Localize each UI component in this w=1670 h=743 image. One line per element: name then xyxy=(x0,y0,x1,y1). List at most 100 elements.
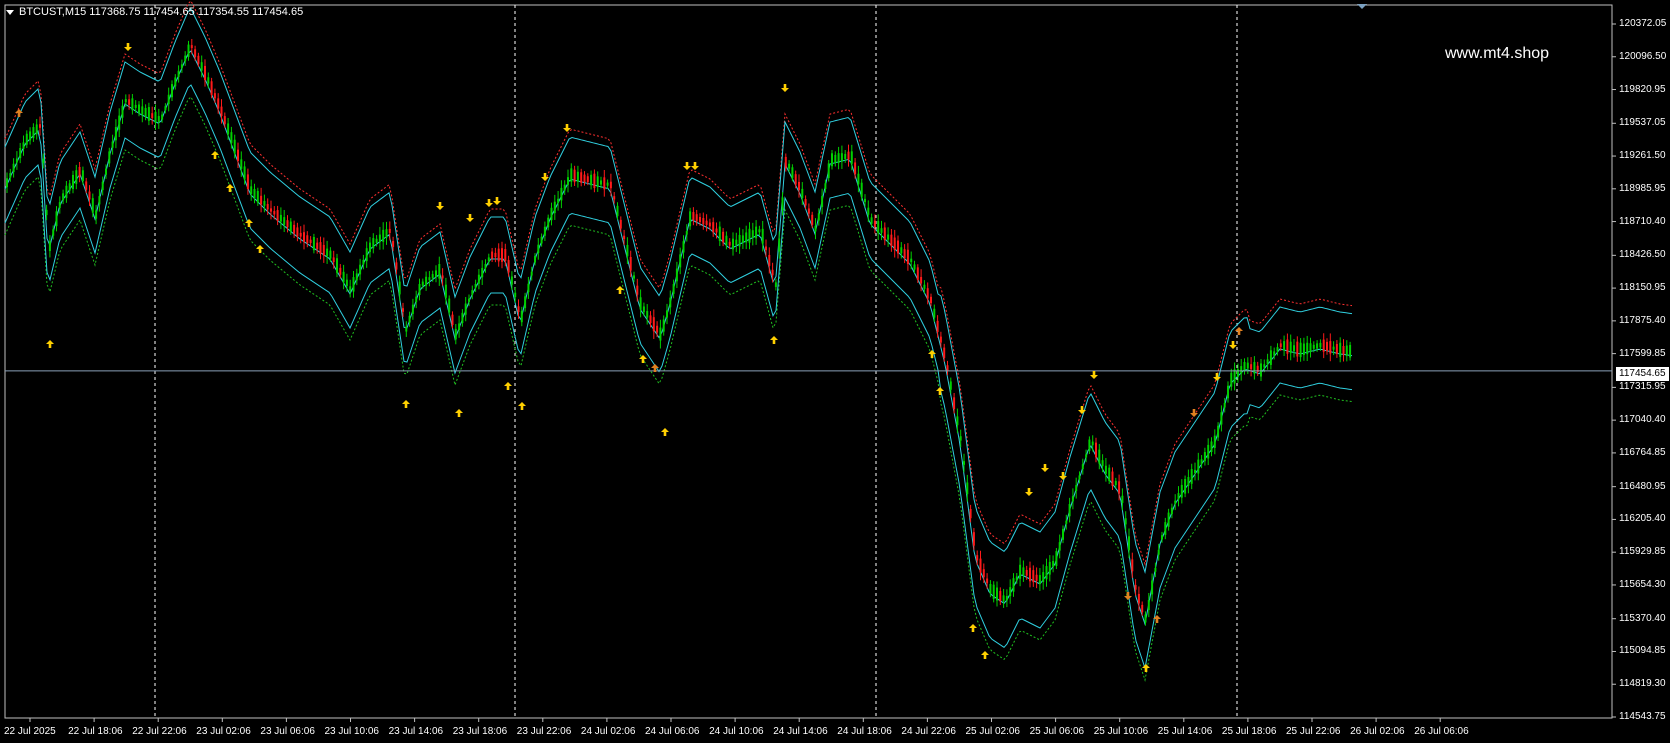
up-arrow-icon xyxy=(504,382,512,390)
candle-body xyxy=(986,578,989,584)
candle-body xyxy=(1243,361,1246,372)
price-tick-label: 119537.05 xyxy=(1619,117,1666,129)
down-arrow-icon xyxy=(1078,406,1086,414)
candle-body xyxy=(1062,528,1064,540)
up-arrow-icon xyxy=(936,387,944,395)
candle-body xyxy=(1118,481,1121,494)
candle-body xyxy=(484,263,487,269)
candle-body xyxy=(705,220,708,225)
candle-body xyxy=(111,141,114,148)
candle-body xyxy=(626,244,629,257)
up-arrow-icon xyxy=(211,151,219,159)
up-arrow-icon xyxy=(518,402,526,410)
candle-body xyxy=(339,267,342,275)
candle-body xyxy=(768,254,771,266)
down-arrow-icon xyxy=(436,202,444,210)
down-arrow-icon xyxy=(1025,488,1033,496)
candle-body xyxy=(454,328,457,340)
price-tick-label: 115654.30 xyxy=(1619,578,1666,590)
candle-body xyxy=(207,77,210,84)
candle-body xyxy=(336,258,338,273)
candle-body xyxy=(728,241,731,246)
candle-body xyxy=(1009,587,1012,597)
candle-body xyxy=(1147,600,1150,611)
candle-body xyxy=(675,268,678,282)
down-arrow-icon xyxy=(1090,371,1098,379)
candle-body xyxy=(22,142,25,149)
candle-body xyxy=(972,532,975,546)
candle-body xyxy=(303,232,305,242)
price-tick-label: 114543.75 xyxy=(1619,711,1666,722)
candle-body xyxy=(685,231,688,235)
candle-body xyxy=(537,244,540,254)
candle-body xyxy=(854,162,857,175)
price-tick-label: 117040.40 xyxy=(1619,414,1666,426)
candle-body xyxy=(1088,439,1091,451)
candle-body xyxy=(154,111,157,123)
candle-body xyxy=(461,312,464,324)
price-chart[interactable] xyxy=(0,0,1670,743)
candle-body xyxy=(421,281,424,286)
candle-body xyxy=(883,227,886,241)
candle-body xyxy=(91,198,94,213)
candle-body xyxy=(405,326,408,332)
candle-body xyxy=(1312,344,1315,349)
candle-body xyxy=(431,274,434,279)
down-arrow-icon xyxy=(541,173,549,181)
candle-body xyxy=(62,193,65,201)
candle-body xyxy=(633,275,635,279)
candle-body xyxy=(289,221,292,232)
candle-body xyxy=(345,279,348,286)
candle-body xyxy=(210,81,213,95)
triangle-down-icon[interactable] xyxy=(6,9,14,15)
candle-body xyxy=(9,173,12,178)
candle-body xyxy=(573,169,576,183)
candle-body xyxy=(761,228,764,244)
candle-body xyxy=(646,311,649,318)
candle-body xyxy=(1342,346,1345,355)
candle-body xyxy=(448,298,451,313)
candle-body xyxy=(1217,425,1220,438)
candle-body xyxy=(1019,564,1022,579)
candle-body xyxy=(124,99,127,103)
down-arrow-icon xyxy=(493,197,501,205)
candle-body xyxy=(1154,567,1157,572)
candle-body xyxy=(1260,363,1262,377)
candle-body xyxy=(1042,572,1045,582)
candle-body xyxy=(1322,339,1325,352)
candle-body xyxy=(1194,469,1196,474)
candle-body xyxy=(751,230,754,238)
time-tick-label: 24 Jul 22:06 xyxy=(901,726,956,737)
up-arrow-icon xyxy=(639,355,647,363)
candle-body xyxy=(362,259,365,265)
candle-body xyxy=(1167,512,1170,527)
time-tick-label: 22 Jul 18:06 xyxy=(68,726,123,737)
candle-body xyxy=(481,267,484,278)
down-arrow-icon xyxy=(1041,464,1049,472)
candle-body xyxy=(1213,435,1216,448)
candle-body xyxy=(425,276,428,286)
candle-body xyxy=(1104,465,1107,474)
candle-body xyxy=(451,314,454,326)
candle-body xyxy=(1276,347,1279,352)
up-arrow-icon xyxy=(616,286,624,294)
candle-body xyxy=(144,107,147,117)
plot-frame xyxy=(4,4,1613,719)
candle-body xyxy=(580,172,583,183)
candle-body xyxy=(474,283,477,288)
candle-body xyxy=(359,264,362,275)
price-tick-label: 115370.40 xyxy=(1619,612,1666,624)
candle-body xyxy=(167,94,170,105)
candle-body xyxy=(692,212,695,221)
candle-body xyxy=(1200,459,1203,464)
candle-body xyxy=(1071,496,1074,502)
up-arrow-icon xyxy=(226,184,234,192)
candle-body xyxy=(910,258,913,263)
up-arrow-icon xyxy=(402,400,410,408)
candle-body xyxy=(623,235,626,240)
candle-body xyxy=(840,153,843,162)
up-arrow-icon xyxy=(981,651,989,659)
chart-window[interactable]: BTCUST,M15 117368.75 117454.65 117354.55… xyxy=(0,0,1670,743)
candle-body xyxy=(1233,369,1236,384)
candle-body xyxy=(629,257,632,271)
